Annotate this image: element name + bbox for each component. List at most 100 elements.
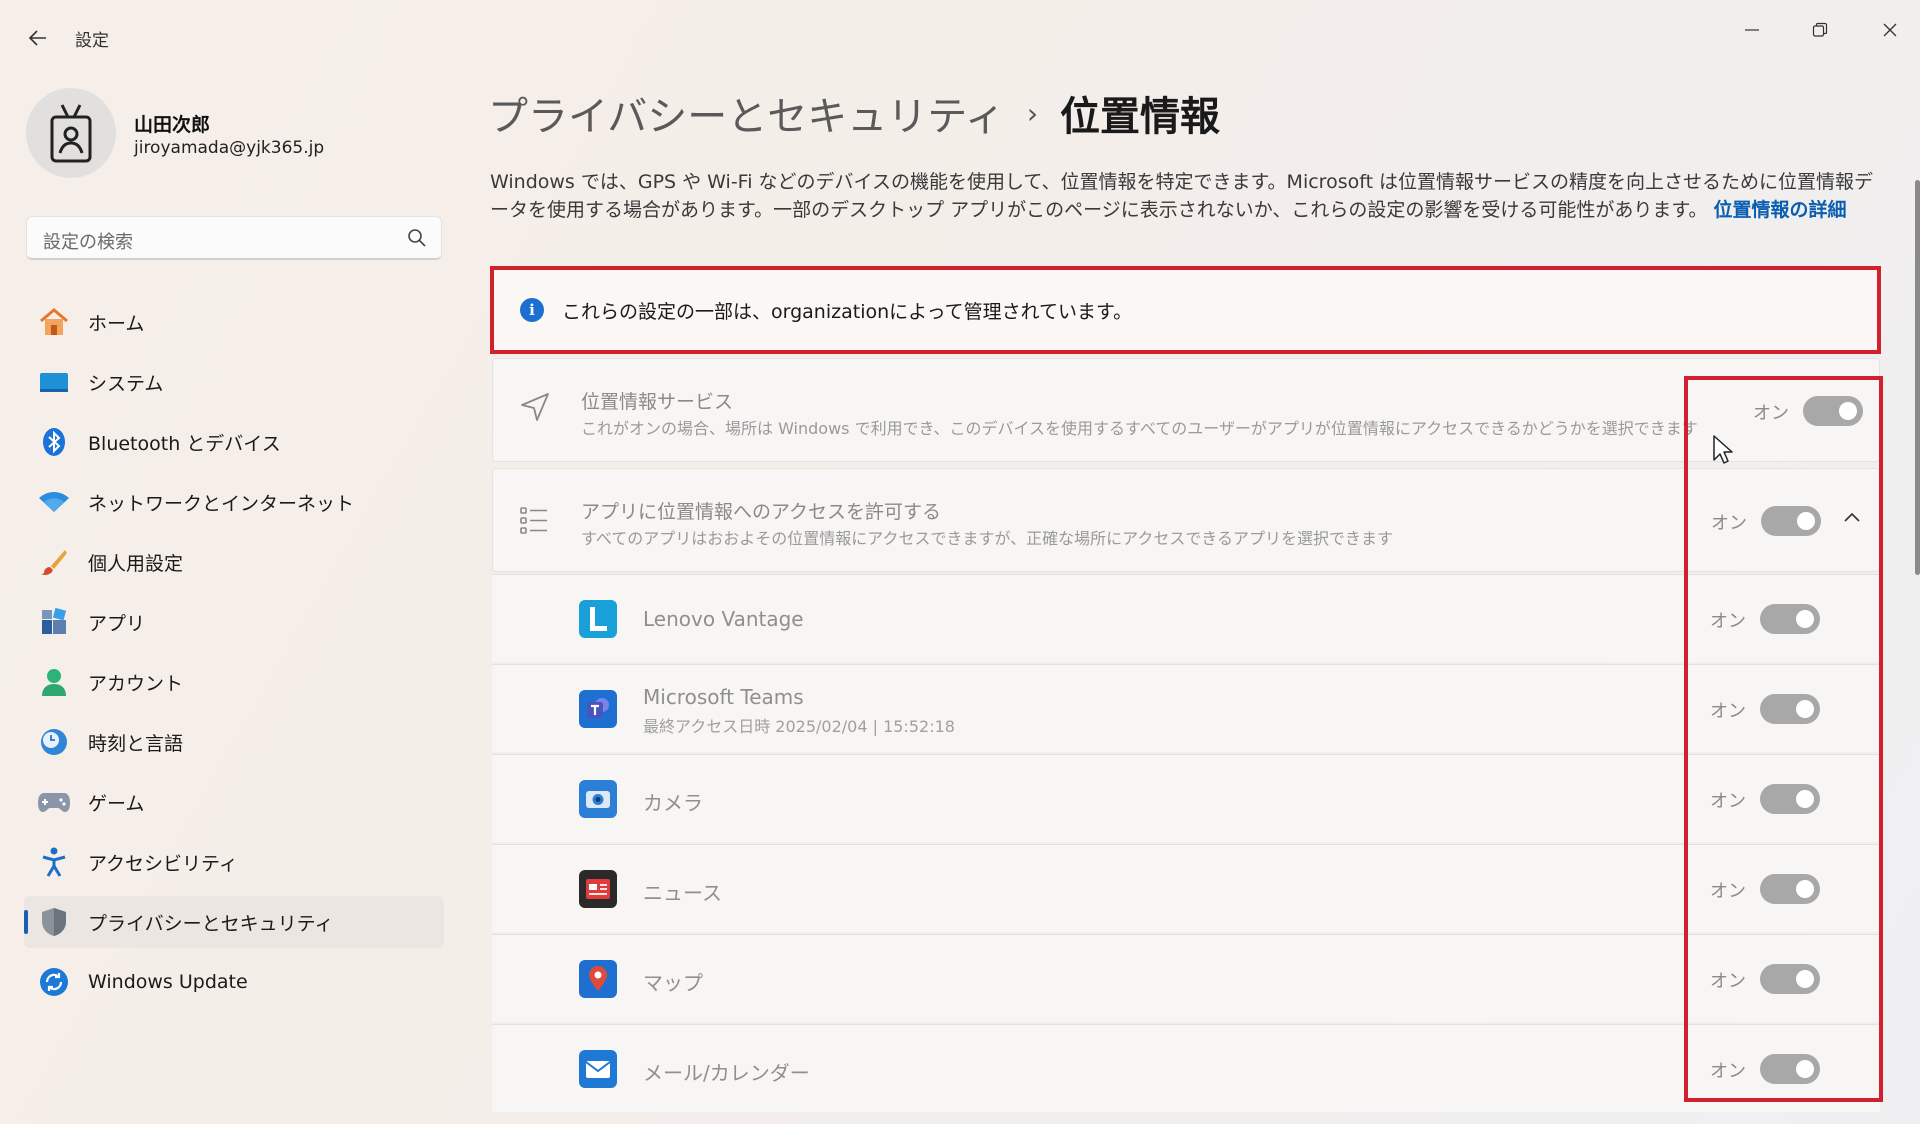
toggle-knob [1796, 700, 1814, 718]
camera-icon [579, 780, 617, 818]
teams-icon [579, 690, 617, 728]
system-icon [38, 366, 70, 398]
restore-icon [1812, 22, 1828, 37]
notice-text: これらの設定の一部は、organizationによって管理されています。 [562, 300, 1133, 323]
back-arrow-icon [28, 30, 46, 46]
shield-icon [38, 906, 70, 938]
app-row-maps: マップ オン [492, 934, 1880, 1022]
toggle-knob [1839, 402, 1857, 420]
toggle-knob [1796, 1060, 1814, 1078]
lenovo-vantage-icon [579, 600, 617, 638]
toggle-state-label: オン [1710, 611, 1746, 632]
sidebar-item-bluetooth[interactable]: Bluetooth とデバイス [24, 416, 444, 468]
toggle-state-label: オン [1710, 881, 1746, 902]
toggle-knob [1796, 880, 1814, 898]
toggle-state-label: オン [1753, 403, 1789, 424]
account-icon [38, 666, 70, 698]
home-icon [38, 306, 70, 338]
app-name: Microsoft Teams [643, 685, 804, 709]
sidebar-item-privacy-security[interactable]: プライバシーとセキュリティ [24, 896, 444, 948]
search-icon[interactable] [407, 228, 427, 248]
user-profile[interactable]: 山田次郎 jiroyamada@yjk365.jp [26, 88, 446, 178]
last-access-text: 最終アクセス日時 2025/02/04 | 15:52:18 [643, 717, 955, 736]
list-icon [519, 505, 549, 535]
sidebar-item-apps[interactable]: アプリ [24, 596, 444, 648]
breadcrumb: プライバシーとセキュリティ › 位置情報 [488, 84, 1220, 142]
wifi-icon [38, 486, 70, 518]
managed-by-organization-notice: i これらの設定の一部は、organizationによって管理されています。 [490, 266, 1881, 354]
description-text: Windows では、GPS や Wi-Fi などのデバイスの機能を使用して、位… [490, 171, 1874, 221]
app-name: ニュース [643, 881, 722, 905]
location-service-title: 位置情報サービス [581, 391, 734, 413]
lenovo-vantage-toggle[interactable] [1760, 604, 1820, 634]
close-button[interactable] [1868, 14, 1912, 46]
app-row-mail-calendar: メール/カレンダー オン [492, 1024, 1880, 1112]
back-button[interactable] [22, 22, 54, 54]
app-name: カメラ [643, 791, 703, 815]
restore-button[interactable] [1798, 14, 1842, 46]
sidebar-item-label: システム [88, 372, 164, 395]
accessibility-icon [38, 846, 70, 878]
maps-toggle[interactable] [1760, 964, 1820, 994]
app-row-camera: カメラ オン [492, 754, 1880, 842]
page-title: 位置情報 [1060, 94, 1221, 140]
toggle-state-label: オン [1710, 701, 1746, 722]
location-service-subtitle: これがオンの場合、場所は Windows で利用でき、このデバイスを使用するすべ… [581, 419, 1698, 438]
sidebar-nav: ホーム システム Bluetooth とデバイス ネットワークとインターネット … [24, 296, 444, 1016]
sidebar-item-label: 個人用設定 [88, 552, 184, 575]
breadcrumb-separator: › [1026, 96, 1039, 130]
camera-toggle[interactable] [1760, 784, 1820, 814]
sidebar-item-home[interactable]: ホーム [24, 296, 444, 348]
settings-search-input[interactable]: 設定の検索 [26, 216, 442, 260]
sidebar-item-label: アプリ [88, 612, 146, 635]
toggle-knob [1797, 512, 1815, 530]
gamepad-icon [38, 786, 70, 818]
location-service-toggle[interactable] [1803, 396, 1863, 426]
avatar [26, 88, 116, 178]
breadcrumb-parent[interactable]: プライバシーとセキュリティ [488, 84, 1005, 142]
sidebar-item-accounts[interactable]: アカウント [24, 656, 444, 708]
sidebar-item-label: ホーム [88, 312, 145, 335]
scrollbar[interactable] [1915, 180, 1920, 575]
microsoft-teams-toggle[interactable] [1760, 694, 1820, 724]
update-icon [38, 966, 70, 998]
sidebar-item-windows-update[interactable]: Windows Update [24, 956, 444, 1008]
chevron-up-icon[interactable] [1843, 509, 1861, 531]
sidebar-item-label: アカウント [88, 672, 184, 695]
toggle-state-label: オン [1711, 513, 1747, 534]
title-bar: 設定 [0, 0, 1920, 72]
sidebar-item-label: Windows Update [88, 971, 248, 993]
news-icon [579, 870, 617, 908]
info-icon: i [520, 298, 544, 322]
sidebar-item-label: プライバシーとセキュリティ [88, 912, 334, 935]
sidebar-item-network[interactable]: ネットワークとインターネット [24, 476, 444, 528]
user-email: jiroyamada@yjk365.jp [134, 138, 325, 158]
toggle-state-label: オン [1710, 1061, 1746, 1082]
mouse-cursor-icon [1713, 435, 1733, 464]
sidebar-item-system[interactable]: システム [24, 356, 444, 408]
sidebar-item-label: ゲーム [88, 792, 145, 815]
app-access-card[interactable]: アプリに位置情報へのアクセスを許可する すべてのアプリはおおよその位置情報にアク… [492, 468, 1880, 572]
sidebar-item-label: 時刻と言語 [88, 732, 184, 755]
sidebar-item-gaming[interactable]: ゲーム [24, 776, 444, 828]
sidebar-item-personalization[interactable]: 個人用設定 [24, 536, 444, 588]
toggle-knob [1796, 790, 1814, 808]
minimize-icon [1745, 29, 1759, 31]
location-arrow-icon [519, 391, 551, 423]
app-access-toggle[interactable] [1761, 506, 1821, 536]
map-pin-icon [579, 960, 617, 998]
app-title: 設定 [75, 31, 109, 51]
sidebar-item-label: Bluetooth とデバイス [88, 432, 281, 455]
minimize-button[interactable] [1730, 14, 1774, 46]
clock-globe-icon [38, 726, 70, 758]
toggle-knob [1796, 970, 1814, 988]
mail-calendar-toggle[interactable] [1760, 1054, 1820, 1084]
sidebar-item-time-language[interactable]: 時刻と言語 [24, 716, 444, 768]
sidebar-item-accessibility[interactable]: アクセシビリティ [24, 836, 444, 888]
search-placeholder: 設定の検索 [43, 232, 133, 253]
location-details-link[interactable]: 位置情報の詳細 [1714, 199, 1847, 221]
mail-icon [579, 1050, 617, 1088]
user-name: 山田次郎 [134, 114, 211, 136]
location-service-card: 位置情報サービス これがオンの場合、場所は Windows で利用でき、このデバ… [492, 358, 1880, 462]
news-toggle[interactable] [1760, 874, 1820, 904]
